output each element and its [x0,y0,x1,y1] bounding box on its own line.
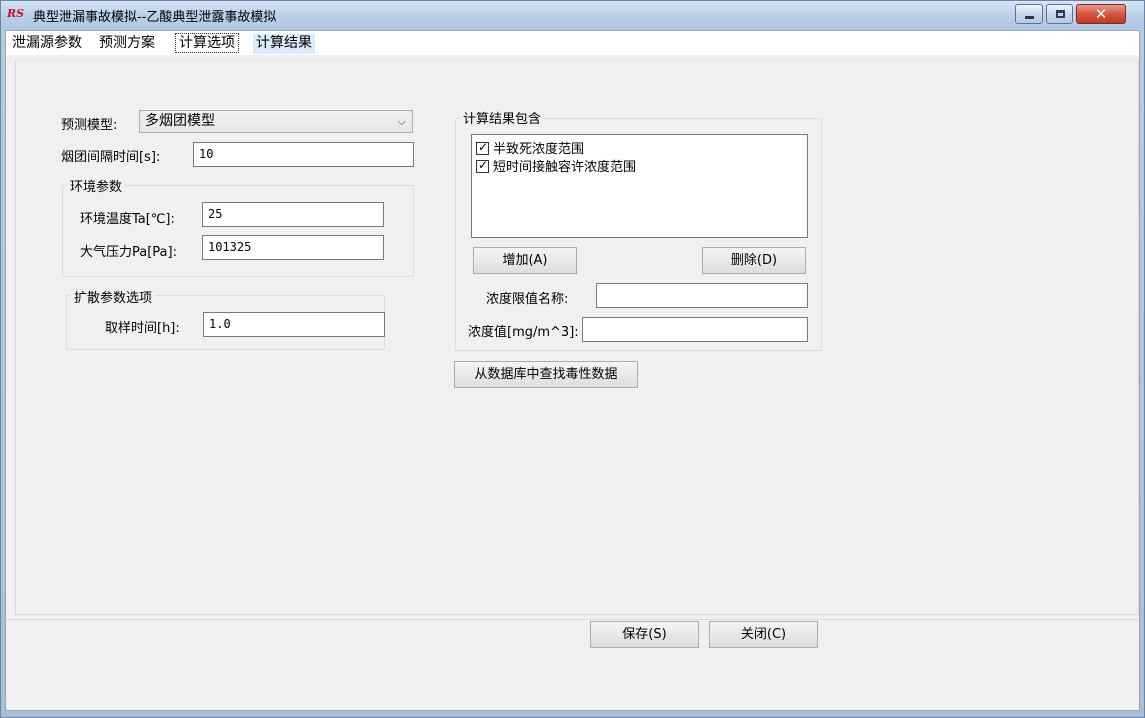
list-item[interactable]: ✓ 短时间接触容许浓度范围 [476,156,637,175]
close-button[interactable]: 关闭(C) [709,621,818,648]
maximize-icon [1056,10,1065,18]
checkbox[interactable]: ✓ [476,158,489,173]
results-include-title: 计算结果包含 [460,108,545,127]
calc-options-page: 预测模型: 多烟团模型 ⌵ 烟团间隔时间[s]: 10 环境参数 环境温度Ta[… [15,60,1139,615]
minimize-button[interactable] [1015,4,1043,24]
save-button[interactable]: 保存(S) [590,621,699,648]
interval-label: 烟团间隔时间[s]: [61,150,161,165]
diffusion-title: 扩散参数选项 [71,287,156,306]
pressure-input[interactable]: 101325 [202,235,384,260]
model-select-value: 多烟团模型 [145,113,215,129]
sample-label: 取样时间[h]: [105,321,180,336]
list-item-label: 半致死浓度范围 [493,142,585,157]
interval-input[interactable]: 10 [193,142,414,167]
title-bar[interactable]: RS 典型泄漏事故模拟--乙酸典型泄露事故模拟 ✕ [1,1,1144,29]
temp-input[interactable]: 25 [202,202,384,227]
sample-input[interactable]: 1.0 [203,312,385,337]
close-window-button[interactable]: ✕ [1076,4,1126,24]
model-label: 预测模型: [61,118,118,133]
env-params-group [62,185,414,277]
check-icon: ✓ [478,158,489,172]
tab-calc-options[interactable]: 计算选项 [175,33,239,53]
window-title: 典型泄漏事故模拟--乙酸典型泄露事故模拟 [33,10,277,25]
check-icon: ✓ [478,140,489,154]
conc-value-input[interactable] [582,317,808,342]
limit-name-label: 浓度限值名称: [486,292,569,307]
tab-calc-results[interactable]: 计算结果 [253,34,315,54]
temp-label: 环境温度Ta[℃]: [80,212,175,227]
app-logo-icon: RS [7,7,25,20]
list-item-label: 短时间接触容许浓度范围 [493,160,637,175]
limit-name-input[interactable] [596,283,808,308]
close-icon: ✕ [1094,5,1108,23]
list-item[interactable]: ✓ 半致死浓度范围 [476,138,585,157]
delete-button[interactable]: 删除(D) [702,247,806,274]
search-toxicity-db-button[interactable]: 从数据库中查找毒性数据 [454,361,638,388]
model-select[interactable]: 多烟团模型 ⌵ [139,110,413,133]
app-window: RS 典型泄漏事故模拟--乙酸典型泄露事故模拟 ✕ 泄漏源参数 预测方案 计算选… [0,0,1145,718]
chevron-down-icon: ⌵ [397,115,406,128]
tab-prediction-plan[interactable]: 预测方案 [96,34,158,54]
client-area: 泄漏源参数 预测方案 计算选项 计算结果 预测模型: 多烟团模型 ⌵ 烟团间隔时… [5,30,1140,711]
pressure-label: 大气压力Pa[Pa]: [80,245,177,260]
footer-divider [6,619,1139,620]
maximize-button[interactable] [1046,4,1073,24]
conc-value-label: 浓度值[mg/m^3]: [468,325,579,340]
minimize-icon [1025,16,1034,19]
env-params-title: 环境参数 [67,176,126,195]
tab-strip: 泄漏源参数 预测方案 计算选项 计算结果 [6,31,1139,55]
checkbox[interactable]: ✓ [476,140,489,155]
add-button[interactable]: 增加(A) [473,247,577,274]
results-listbox[interactable]: ✓ 半致死浓度范围 ✓ 短时间接触容许浓度范围 [471,134,808,238]
tab-leak-source[interactable]: 泄漏源参数 [9,34,85,54]
